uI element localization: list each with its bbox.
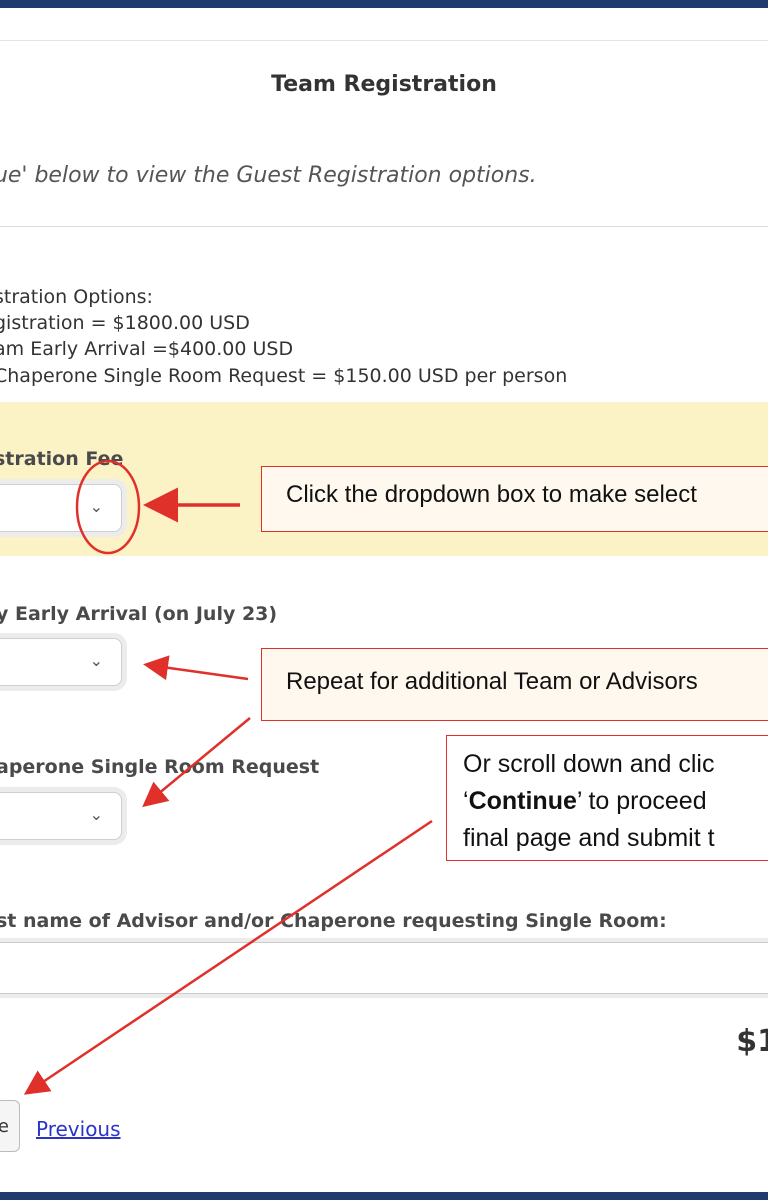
page-title: Team Registration: [271, 72, 497, 97]
option-line-registration: gistration = $1800.00 USD: [0, 312, 250, 334]
arrow-to-early-arrival-select: [143, 655, 249, 681]
note3-bold: Continue: [468, 787, 577, 815]
continue-button[interactable]: e: [0, 1100, 20, 1152]
previous-link[interactable]: Previous: [36, 1117, 121, 1141]
annotation-callout-repeat: Repeat for additional Team or Advisors: [261, 648, 768, 721]
chevron-down-icon: ⌄: [89, 651, 103, 670]
note3-line1: Or scroll down and clic: [463, 750, 715, 778]
intro-text: nue' below to view the Guest Registratio…: [0, 163, 537, 188]
annotation-callout-continue: Or scroll down and clic ‘Continue’ to pr…: [446, 735, 768, 861]
early-arrival-label: y Early Arrival (on July 23): [0, 603, 278, 625]
advisor-name-input[interactable]: [0, 942, 768, 994]
total-amount: $1: [736, 1024, 768, 1059]
advisor-name-label: st name of Advisor and/or Chaperone requ…: [0, 910, 667, 932]
top-divider: [0, 40, 768, 41]
chevron-down-icon: ⌄: [89, 497, 103, 516]
early-arrival-select[interactable]: ⌄: [0, 638, 122, 686]
single-room-select[interactable]: ⌄: [0, 792, 122, 840]
option-line-single-room: Chaperone Single Room Request = $150.00 …: [0, 365, 568, 387]
single-room-label: aperone Single Room Request: [0, 756, 320, 778]
annotation-callout-select: Click the dropdown box to make select: [261, 466, 768, 532]
chevron-down-icon: ⌄: [89, 805, 103, 824]
note3-line3: final page and submit t: [463, 824, 715, 852]
option-line-early-arrival: am Early Arrival =$400.00 USD: [0, 338, 294, 360]
registration-fee-label: stration Fee: [0, 448, 124, 470]
options-heading: stration Options:: [0, 286, 153, 308]
registration-page: Team Registration nue' below to view the…: [0, 8, 768, 1192]
section-divider: [0, 226, 768, 227]
registration-fee-select[interactable]: ⌄: [0, 484, 122, 532]
note3-line2: ‘Continue’ to proceed: [463, 787, 707, 815]
